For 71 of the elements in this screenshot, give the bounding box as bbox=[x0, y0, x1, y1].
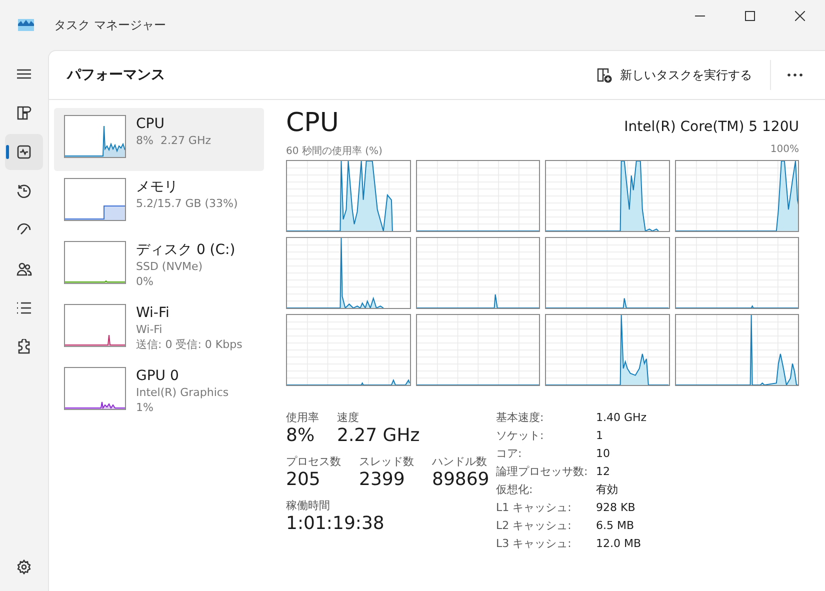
usage-sparkline bbox=[64, 178, 126, 221]
pulse-icon bbox=[16, 144, 32, 160]
list-icon bbox=[16, 300, 32, 316]
grid-icon bbox=[16, 105, 32, 121]
stat-value: 89869 bbox=[432, 469, 490, 490]
window-title: タスク マネージャー bbox=[54, 16, 167, 34]
spec-label: L1 キャッシュ: bbox=[496, 500, 572, 516]
page-title: パフォーマンス bbox=[67, 66, 166, 84]
device-info: 1% bbox=[136, 400, 154, 415]
spec-label: L3 キャッシュ: bbox=[496, 536, 572, 552]
stat-label: 速度 bbox=[337, 410, 360, 425]
spec-value: 10 bbox=[596, 446, 611, 462]
usage-sparkline bbox=[64, 304, 126, 347]
device-info: 0% bbox=[136, 274, 154, 289]
device-info: 8% 2.27 GHz bbox=[136, 133, 212, 148]
stat-label: 稼働時間 bbox=[286, 498, 331, 513]
processor-model: Intel(R) Core(TM) 5 120U bbox=[624, 119, 799, 135]
spec-label: 論理プロセッサ数: bbox=[496, 464, 589, 480]
usage-sparkline bbox=[64, 241, 126, 284]
spec-label: 基本速度: bbox=[496, 410, 545, 426]
graph-caption: 60 秒間の使用率 (%) bbox=[286, 144, 382, 158]
new-task-icon bbox=[597, 68, 612, 82]
history-icon bbox=[16, 183, 32, 199]
spec-label: ソケット: bbox=[496, 428, 545, 444]
spec-label: L2 キャッシュ: bbox=[496, 518, 572, 534]
spec-value: 1.40 GHz bbox=[596, 410, 647, 426]
stat-label: スレッド数 bbox=[359, 454, 414, 469]
app-icon bbox=[18, 19, 34, 31]
spec-value: 12 bbox=[596, 464, 611, 480]
spec-value: 1 bbox=[596, 428, 604, 444]
usage-sparkline bbox=[64, 115, 126, 158]
stat-label: ハンドル数 bbox=[432, 454, 488, 469]
users-icon bbox=[16, 261, 32, 277]
stat-value: 1:01:19:38 bbox=[286, 513, 384, 534]
stat-value: 8% bbox=[286, 425, 316, 446]
maximize-icon bbox=[745, 11, 755, 21]
device-info: 送信: 0 受信: 0 Kbps bbox=[136, 337, 242, 352]
settings-icon bbox=[16, 559, 32, 575]
close-icon bbox=[795, 11, 805, 21]
device-item[interactable]: メモリ 5.2/15.7 GB (33%) bbox=[54, 171, 264, 234]
device-item[interactable]: Wi-Fi Wi-Fi 送信: 0 受信: 0 Kbps bbox=[54, 297, 264, 360]
graph-max-label: 100% bbox=[770, 144, 799, 157]
spec-label: コア: bbox=[496, 446, 523, 462]
device-info: Intel(R) Graphics bbox=[136, 385, 229, 400]
device-name: ディスク 0 (C:) bbox=[136, 241, 236, 259]
run-new-task-button[interactable]: 新しいタスクを実行する bbox=[587, 60, 762, 90]
stat-value: 2.27 GHz bbox=[337, 425, 420, 446]
puzzle-icon bbox=[16, 339, 32, 355]
device-name: Wi-Fi bbox=[136, 304, 170, 322]
performance-tab[interactable] bbox=[5, 134, 43, 170]
spec-value: 6.5 MB bbox=[596, 518, 636, 534]
stat-label: 使用率 bbox=[286, 410, 319, 425]
spec-value: 12.0 MB bbox=[596, 536, 642, 552]
device-name: CPU bbox=[136, 115, 166, 133]
device-info: 5.2/15.7 GB (33%) bbox=[136, 196, 238, 211]
spec-value: 928 KB bbox=[596, 500, 636, 516]
spec-label: 仮想化: bbox=[496, 482, 534, 498]
device-name: GPU 0 bbox=[136, 367, 180, 385]
detail-title: CPU bbox=[286, 108, 339, 138]
device-item[interactable]: ディスク 0 (C:) SSD (NVMe) 0% bbox=[54, 234, 264, 297]
device-item[interactable]: CPU 8% 2.27 GHz bbox=[54, 108, 264, 171]
device-info: Wi-Fi bbox=[136, 322, 164, 337]
usage-sparkline bbox=[64, 367, 126, 410]
device-info: SSD (NVMe) bbox=[136, 259, 204, 274]
more-icon bbox=[787, 73, 803, 77]
device-item[interactable]: GPU 0 Intel(R) Graphics 1% bbox=[54, 360, 264, 423]
spec-value: 有効 bbox=[596, 482, 619, 498]
device-name: メモリ bbox=[136, 178, 179, 196]
stat-value: 205 bbox=[286, 469, 322, 490]
stat-value: 2399 bbox=[359, 469, 406, 490]
stat-label: プロセス数 bbox=[286, 454, 341, 469]
